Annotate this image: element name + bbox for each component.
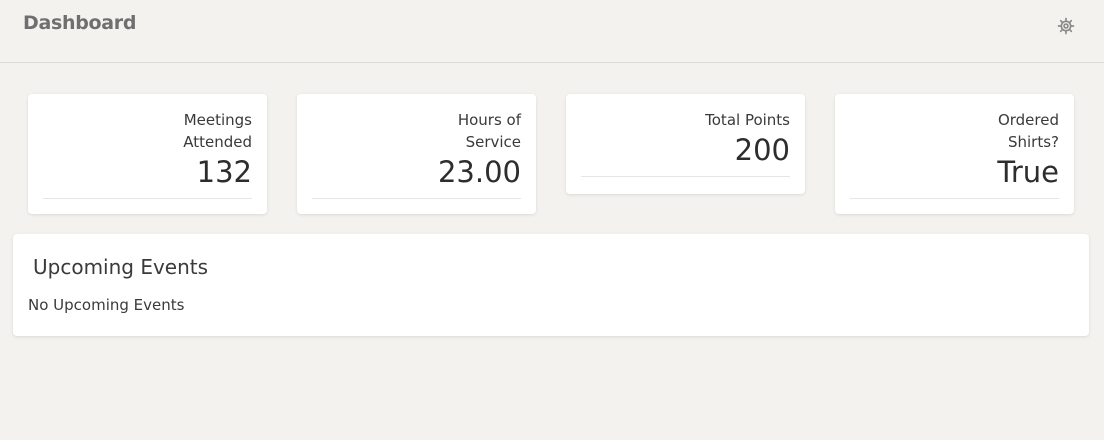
stat-card-meetings: Meetings Attended 132 bbox=[28, 94, 267, 214]
page-title: Dashboard bbox=[23, 12, 137, 34]
stat-value: 132 bbox=[196, 155, 252, 189]
stat-label: Hours of Service bbox=[457, 111, 521, 151]
stat-value: True bbox=[997, 155, 1059, 189]
stat-label: Total Points bbox=[705, 111, 790, 129]
divider bbox=[581, 176, 790, 177]
upcoming-events-card: Upcoming Events No Upcoming Events bbox=[13, 234, 1089, 336]
divider bbox=[43, 198, 252, 199]
stat-card-hours: Hours of Service 23.00 bbox=[297, 94, 536, 214]
stat-label: Ordered Shirts? bbox=[997, 111, 1059, 151]
gear-icon[interactable] bbox=[1057, 17, 1075, 35]
upcoming-events-title: Upcoming Events bbox=[33, 255, 209, 279]
divider bbox=[312, 198, 521, 199]
top-bar: Dashboard bbox=[0, 0, 1104, 63]
stat-card-points: Total Points 200 bbox=[566, 94, 805, 194]
stat-value: 200 bbox=[734, 133, 790, 167]
no-events-message: No Upcoming Events bbox=[28, 296, 185, 314]
stat-card-shirts: Ordered Shirts? True bbox=[835, 94, 1074, 214]
stat-value: 23.00 bbox=[437, 155, 521, 189]
divider bbox=[850, 198, 1059, 199]
stat-label: Meetings Attended bbox=[183, 111, 252, 151]
